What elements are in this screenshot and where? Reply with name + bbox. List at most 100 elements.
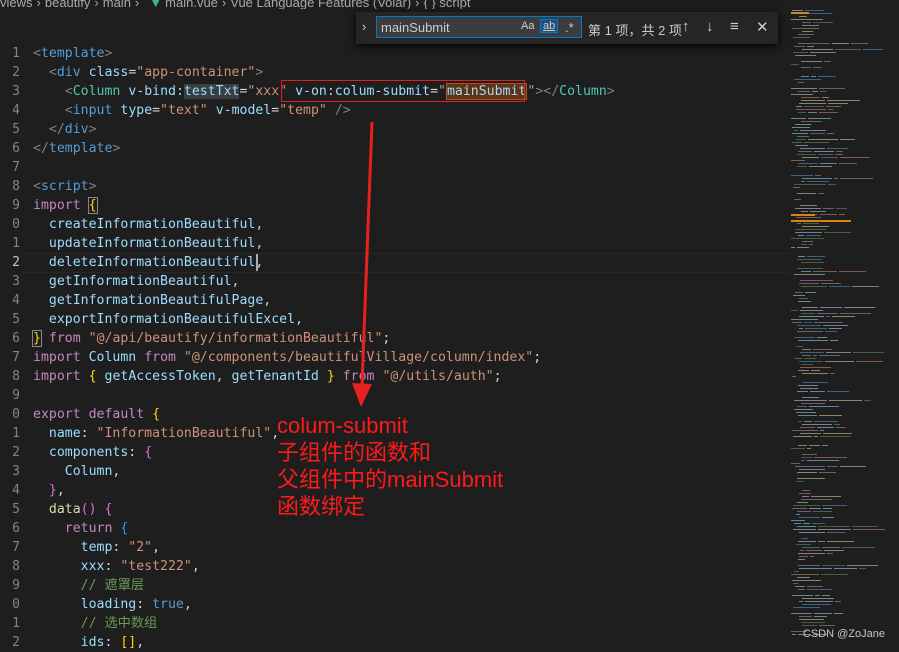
minimap-line — [798, 415, 817, 416]
minimap-line — [791, 613, 812, 614]
minimap-line — [819, 415, 842, 416]
minimap-line — [811, 76, 816, 77]
minimap-line — [835, 601, 841, 602]
minimap-line — [798, 301, 811, 302]
minimap-line — [802, 547, 820, 548]
watermark: CSDN @ZoJane — [802, 628, 885, 640]
minimap-line — [802, 424, 832, 425]
minimap-line — [827, 148, 848, 149]
minimap-line — [801, 61, 822, 62]
minimap-line — [795, 292, 803, 293]
minimap-line — [791, 160, 805, 161]
minimap-line — [807, 46, 814, 47]
find-widget: › Aa ab .* 第 1 项，共 2 项 ↑ ↓ ≡ ✕ — [356, 12, 778, 44]
minimap-line — [797, 526, 816, 527]
minimap-line — [807, 586, 823, 587]
minimap-line — [853, 529, 885, 530]
annotation-line: 父组件中的mainSubmit — [277, 467, 504, 492]
minimap-line — [818, 526, 850, 527]
whole-word-button[interactable]: ab — [540, 19, 559, 33]
minimap-line — [800, 433, 821, 434]
minimap-line — [844, 307, 875, 308]
minimap-line — [811, 370, 820, 371]
minimap-line — [802, 49, 833, 50]
minimap-line — [807, 460, 839, 461]
minimap-line — [822, 517, 834, 518]
minimap-line — [807, 181, 829, 182]
minimap-line — [835, 49, 861, 50]
minimap-line — [799, 619, 824, 620]
minimap-line — [832, 316, 855, 317]
minimap-line — [800, 352, 824, 353]
minimap-line — [863, 49, 883, 50]
minimap-line — [801, 286, 827, 287]
minimap-line — [807, 448, 811, 449]
minimap-line — [864, 400, 871, 401]
minimap-line — [802, 31, 813, 32]
minimap-line — [798, 559, 805, 560]
minimap-line — [803, 523, 810, 524]
minimap-line — [814, 436, 818, 437]
minimap-line — [813, 355, 817, 356]
minimap-line — [813, 271, 837, 272]
minimap-line — [799, 601, 803, 602]
minimap-line — [794, 358, 802, 359]
minimap-line — [826, 316, 830, 317]
regex-button[interactable]: .* — [565, 20, 574, 35]
minimap-line — [825, 361, 854, 362]
minimap-line — [814, 421, 838, 422]
minimap-line — [820, 436, 851, 437]
minimap-line — [799, 568, 832, 569]
minimap-line — [822, 445, 828, 446]
minimap-line — [795, 466, 825, 467]
minimap-line — [800, 550, 804, 551]
minimap-line — [814, 616, 827, 617]
minimap-line — [802, 226, 829, 227]
minimap-line — [796, 106, 802, 107]
minimap-line — [801, 622, 825, 623]
minimap-line — [797, 478, 825, 479]
minimap-line — [799, 517, 820, 518]
arrow-up-icon[interactable]: ↑ — [682, 18, 690, 35]
minimap-line — [797, 193, 816, 194]
minimap-line — [800, 205, 817, 206]
minimap-line — [819, 112, 838, 113]
minimap[interactable] — [789, 0, 899, 648]
minimap-line — [798, 256, 805, 257]
minimap-highlight — [791, 12, 809, 14]
minimap-line — [797, 502, 808, 503]
minimap-line — [795, 55, 816, 56]
minimap-line — [802, 349, 811, 350]
minimap-line — [824, 550, 844, 551]
minimap-line — [796, 139, 806, 140]
minimap-line — [822, 97, 829, 98]
minimap-line — [800, 310, 823, 311]
minimap-line — [802, 598, 834, 599]
minimap-line — [798, 34, 814, 35]
match-case-button[interactable]: Aa — [521, 20, 534, 32]
minimap-line — [821, 157, 838, 158]
minimap-line — [818, 76, 836, 77]
chevron-right-icon[interactable]: › — [362, 19, 366, 34]
minimap-line — [793, 607, 820, 608]
minimap-line — [824, 61, 831, 62]
minimap-line — [799, 283, 819, 284]
minimap-line — [802, 355, 811, 356]
minimap-line — [847, 565, 878, 566]
minimap-line — [792, 10, 803, 11]
minimap-line — [805, 292, 816, 293]
minimap-line — [801, 97, 820, 98]
close-icon[interactable]: ✕ — [756, 18, 769, 36]
arrow-down-icon[interactable]: ↓ — [706, 18, 714, 35]
minimap-line — [851, 43, 868, 44]
find-in-selection-icon[interactable]: ≡ — [730, 18, 739, 35]
minimap-line — [824, 232, 851, 233]
minimap-line — [827, 100, 860, 101]
minimap-line — [802, 307, 818, 308]
minimap-line — [818, 193, 824, 194]
minimap-line — [802, 397, 819, 398]
minimap-line — [840, 139, 855, 140]
minimap-line — [830, 340, 838, 341]
minimap-line — [792, 376, 796, 377]
minimap-line — [794, 337, 815, 338]
